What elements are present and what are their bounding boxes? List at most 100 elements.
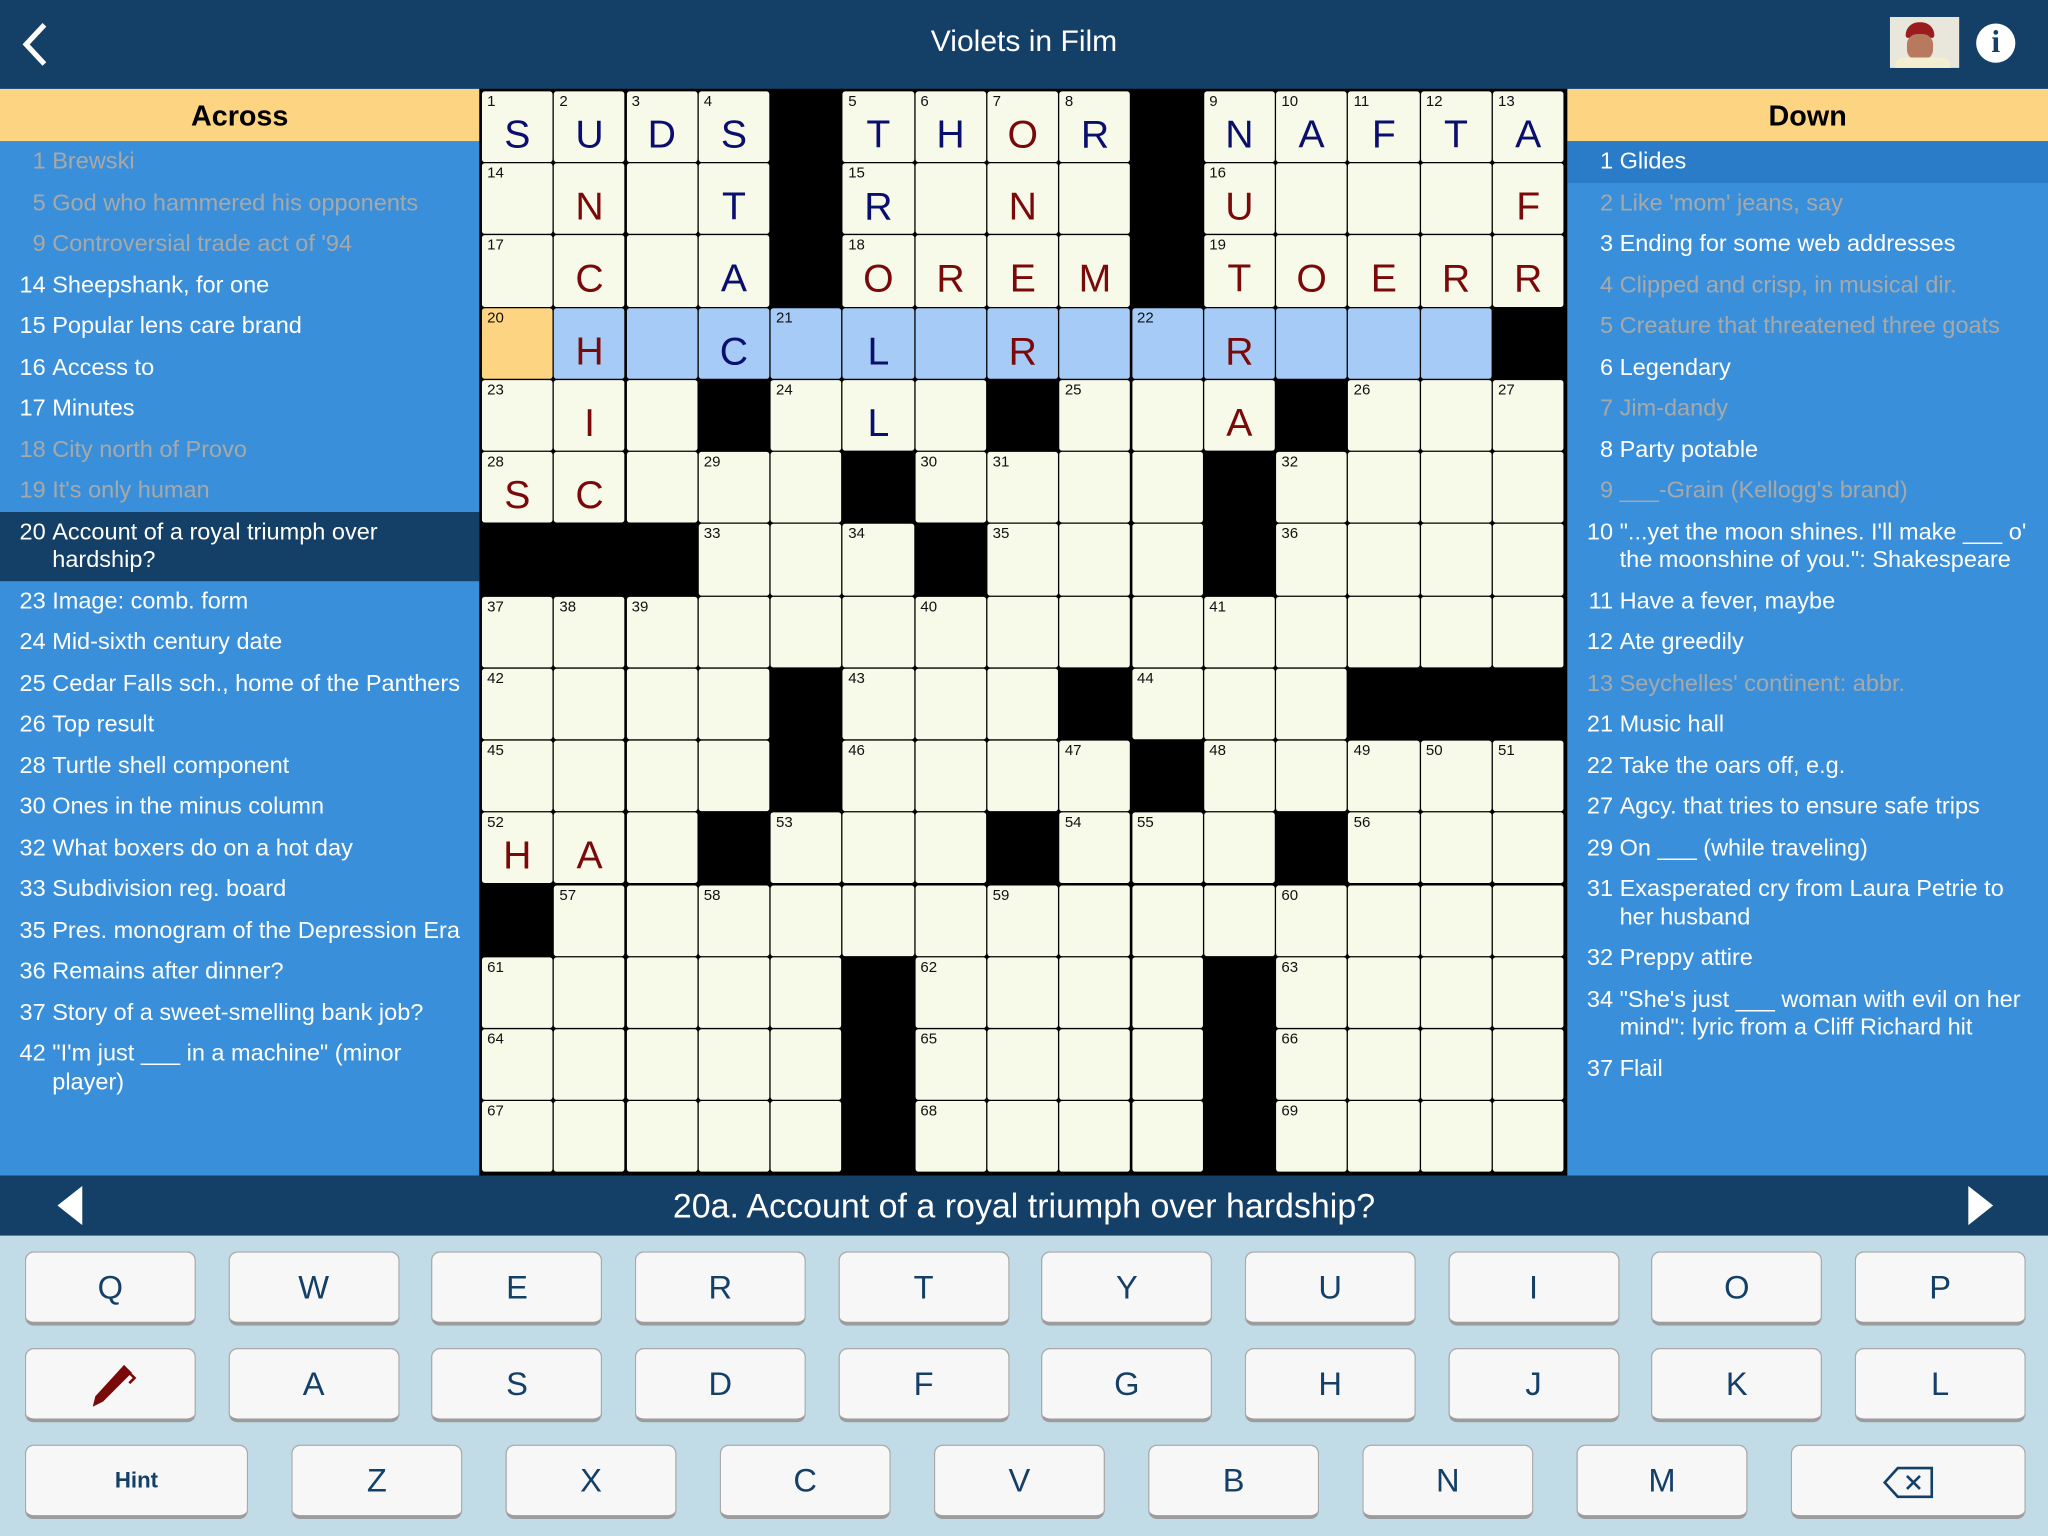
across-clue-35[interactable]: 35 Pres. monogram of the Depression Era [0, 910, 479, 951]
grid-cell[interactable]: E [1348, 235, 1420, 307]
grid-cell[interactable] [1492, 884, 1564, 956]
grid-cell[interactable] [1420, 812, 1492, 884]
grid-cell[interactable]: 25 [1059, 379, 1131, 451]
grid-cell[interactable]: R [987, 307, 1059, 379]
key-p[interactable]: P [1854, 1251, 2026, 1326]
grid-cell[interactable] [915, 307, 986, 379]
grid-cell[interactable]: I [554, 379, 625, 451]
down-clue-6[interactable]: 6 Legendary [1567, 347, 2048, 388]
grid-cell[interactable] [1059, 1101, 1131, 1173]
key-x[interactable]: X [505, 1444, 677, 1520]
grid-cell[interactable] [626, 812, 698, 884]
across-clue-30[interactable]: 30 Ones in the minus column [0, 786, 479, 827]
grid-cell[interactable] [698, 740, 770, 812]
grid-cell[interactable]: 67 [481, 1101, 553, 1173]
grid-cell[interactable] [1059, 163, 1131, 235]
grid-cell[interactable] [626, 884, 698, 956]
grid-cell[interactable]: N [987, 163, 1059, 235]
down-clue-11[interactable]: 11 Have a fever, maybe [1567, 581, 2048, 622]
grid-cell[interactable] [698, 957, 770, 1028]
grid-cell[interactable] [698, 668, 770, 740]
down-clue-list[interactable]: 1 Glides 2 Like 'mom' jeans, say 3 Ending for… [1567, 141, 2048, 1089]
grid-cell[interactable] [554, 1029, 625, 1100]
grid-cell[interactable] [1203, 884, 1275, 956]
grid-cell[interactable] [987, 1029, 1059, 1100]
grid-cell[interactable]: F [1492, 163, 1564, 235]
down-clue-5[interactable]: 5 Creature that threatened three goats [1567, 306, 2048, 347]
grid-cell[interactable]: 42 [481, 668, 553, 740]
grid-cell[interactable] [1348, 596, 1420, 668]
grid-cell[interactable] [1203, 812, 1275, 884]
grid-cell[interactable] [1276, 668, 1347, 740]
across-clue-18[interactable]: 18 City north of Provo [0, 429, 479, 470]
grid-cell[interactable]: C [554, 235, 625, 307]
grid-cell[interactable]: R [915, 235, 986, 307]
grid-cell[interactable]: 43 [842, 668, 914, 740]
grid-cell[interactable]: 33 [698, 524, 770, 595]
grid-cell[interactable] [1348, 452, 1420, 523]
grid-cell[interactable] [1131, 957, 1203, 1028]
grid-cell[interactable] [554, 957, 625, 1028]
down-clue-9[interactable]: 9 ___-Grain (Kellogg's brand) [1567, 470, 2048, 511]
across-clue-36[interactable]: 36 Remains after dinner? [0, 951, 479, 992]
down-clue-8[interactable]: 8 Party potable [1567, 429, 2048, 470]
grid-cell[interactable]: M [1059, 235, 1131, 307]
down-clue-32[interactable]: 32 Preppy attire [1567, 938, 2048, 979]
key-m[interactable]: M [1576, 1444, 1748, 1520]
down-clue-7[interactable]: 7 Jim-dandy [1567, 388, 2048, 429]
grid-cell[interactable]: 68 [915, 1101, 986, 1173]
grid-cell[interactable] [1420, 379, 1492, 451]
grid-cell[interactable]: 12 T [1420, 91, 1492, 163]
grid-cell[interactable] [1420, 452, 1492, 523]
down-clue-22[interactable]: 22 Take the oars off, e.g. [1567, 745, 2048, 786]
grid-cell[interactable] [698, 596, 770, 668]
down-clue-29[interactable]: 29 On ___ (while traveling) [1567, 827, 2048, 868]
across-clue-17[interactable]: 17 Minutes [0, 388, 479, 429]
grid-cell[interactable] [915, 163, 986, 235]
key-y[interactable]: Y [1041, 1251, 1213, 1326]
grid-cell[interactable]: 52 H [481, 812, 553, 884]
grid-cell[interactable] [1348, 1101, 1420, 1173]
grid-cell[interactable]: 3D [626, 91, 698, 163]
grid-cell[interactable]: 10 A [1276, 91, 1347, 163]
grid-cell[interactable] [987, 668, 1059, 740]
avatar[interactable] [1889, 16, 1960, 68]
grid-cell[interactable] [1059, 596, 1131, 668]
grid-cell[interactable]: 46 [842, 740, 914, 812]
grid-cell[interactable] [1420, 957, 1492, 1028]
key-f[interactable]: F [838, 1347, 1010, 1423]
across-clue-23[interactable]: 23 Image: comb. form [0, 581, 479, 622]
grid-cell[interactable]: 1S [481, 91, 553, 163]
grid-cell[interactable] [770, 884, 842, 956]
grid-cell[interactable] [626, 668, 698, 740]
backspace-key[interactable] [1790, 1444, 2026, 1520]
grid-cell[interactable]: 24 [770, 379, 842, 451]
grid-cell[interactable] [1420, 524, 1492, 595]
across-clue-9[interactable]: 9 Controversial trade act of '94 [0, 223, 479, 264]
grid-cell[interactable]: 53 [770, 812, 842, 884]
across-clue-42[interactable]: 42 "I'm just ___ in a machine" (minor pla… [0, 1033, 479, 1102]
down-clue-2[interactable]: 2 Like 'mom' jeans, say [1567, 182, 2048, 223]
across-clue-1[interactable]: 1 Brewski [0, 141, 479, 182]
grid-cell[interactable]: 19 T [1203, 235, 1275, 307]
grid-cell[interactable]: 61 [481, 957, 553, 1028]
grid-cell[interactable] [1348, 307, 1420, 379]
key-j[interactable]: J [1447, 1347, 1620, 1423]
grid-cell[interactable]: 48 [1203, 740, 1275, 812]
grid-cell[interactable]: O [1276, 235, 1347, 307]
grid-cell[interactable] [770, 1029, 842, 1100]
grid-cell[interactable]: C [698, 307, 770, 379]
grid-cell[interactable] [1492, 957, 1564, 1028]
down-clue-37[interactable]: 37 Flail [1567, 1048, 2048, 1089]
down-clue-31[interactable]: 31 Exasperated cry from Laura Petrie to h… [1567, 869, 2048, 938]
grid-cell[interactable]: 9N [1203, 91, 1275, 163]
across-clue-33[interactable]: 33 Subdivision reg. board [0, 869, 479, 910]
key-c[interactable]: C [719, 1444, 891, 1520]
grid-cell[interactable]: 56 [1348, 812, 1420, 884]
grid-cell[interactable]: 60 [1276, 884, 1347, 956]
info-button[interactable]: i [1976, 23, 2016, 63]
across-clue-37[interactable]: 37 Story of a sweet-smelling bank job? [0, 992, 479, 1033]
grid-cell[interactable] [1276, 596, 1347, 668]
key-i[interactable]: I [1447, 1251, 1620, 1326]
grid-cell[interactable] [1420, 1101, 1492, 1173]
